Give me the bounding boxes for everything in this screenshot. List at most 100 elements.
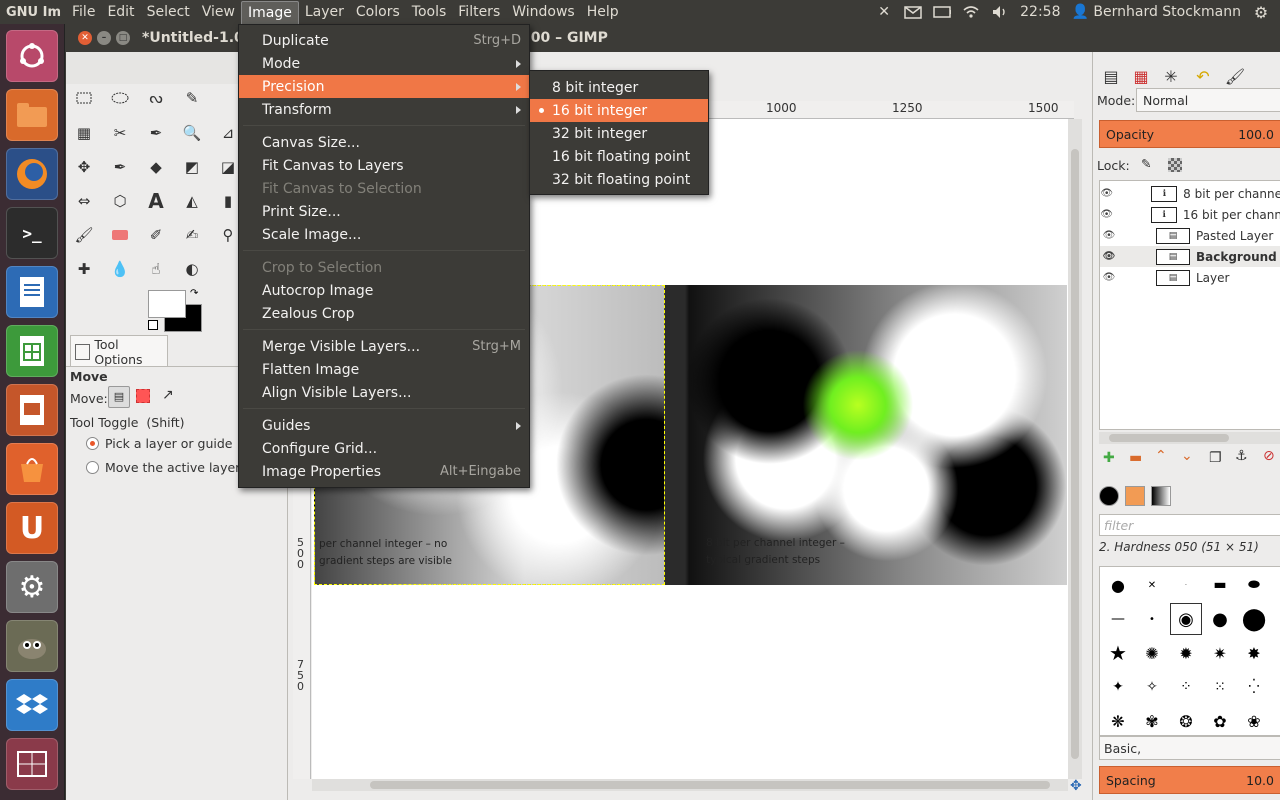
brush-thumbnail[interactable]: ❂	[1170, 705, 1202, 737]
zoom-icon[interactable]: 🔍	[180, 121, 204, 145]
brush-thumbnail[interactable]: ⁘	[1170, 671, 1202, 703]
bucket-fill-icon[interactable]: ◭	[180, 189, 204, 213]
minimize-window-button[interactable]: –	[97, 31, 111, 45]
eye-icon[interactable]: 👁	[1100, 230, 1118, 241]
menu-tools[interactable]: Tools	[406, 1, 453, 23]
precision-16bit-float[interactable]: 16 bit floating point	[530, 145, 708, 168]
maximize-window-button[interactable]: □	[116, 31, 130, 45]
dropbox-icon[interactable]	[6, 679, 58, 731]
brush-thumbnail[interactable]: ★	[1102, 637, 1134, 669]
layers-tab-icon[interactable]: ▤	[1097, 62, 1125, 90]
move-active-radio[interactable]	[86, 461, 99, 474]
eye-icon[interactable]: 👁	[1100, 209, 1113, 220]
libreoffice-impress-icon[interactable]	[6, 384, 58, 436]
ink-icon[interactable]: ✍	[180, 223, 204, 247]
text-tool-icon[interactable]: A	[144, 189, 168, 213]
brush-filter-input[interactable]: filter	[1099, 514, 1280, 536]
horizontal-scrollbar[interactable]	[312, 779, 1068, 791]
brush-thumbnail[interactable]: ▬	[1204, 569, 1236, 601]
layer-row[interactable]: 👁 ℹ 16 bit per chann	[1100, 204, 1280, 225]
brush-thumbnail[interactable]: ●	[1102, 569, 1134, 601]
move-selection-mode-button[interactable]	[136, 389, 150, 403]
menu-windows[interactable]: Windows	[506, 1, 581, 23]
close-window-button[interactable]: ✕	[78, 31, 92, 45]
menu-item-merge-visible[interactable]: Merge Visible Layers... Strg+M	[239, 335, 529, 358]
delete-layer-icon[interactable]: ⊘	[1263, 448, 1275, 464]
spacing-slider[interactable]: Spacing 10.0	[1099, 766, 1280, 794]
opacity-slider[interactable]: Opacity 100.0	[1099, 120, 1280, 148]
new-layer-icon[interactable]: ✚	[1103, 450, 1115, 466]
system-settings-icon[interactable]: ⚙	[6, 561, 58, 613]
menu-item-precision[interactable]: Precision	[239, 75, 529, 98]
scroll-thumb[interactable]	[1109, 434, 1229, 442]
precision-32bit-float[interactable]: 32 bit floating point	[530, 168, 708, 191]
wifi-icon[interactable]	[962, 5, 980, 19]
raise-layer-icon[interactable]: ⌃	[1155, 448, 1167, 464]
rotate-tool-icon[interactable]: ◆	[144, 155, 168, 179]
menu-help[interactable]: Help	[581, 1, 625, 23]
brush-thumbnail[interactable]: —	[1102, 603, 1134, 635]
brush-thumbnail[interactable]: ⁛	[1238, 671, 1270, 703]
menu-item-mode[interactable]: Mode	[239, 52, 529, 75]
menu-item-align-visible[interactable]: Align Visible Layers...	[239, 381, 529, 404]
move-tool-icon[interactable]: ✥	[72, 155, 96, 179]
cage-tool-icon[interactable]: ⬡	[108, 189, 132, 213]
clone-icon[interactable]: ⚲	[216, 223, 240, 247]
brush-thumbnail[interactable]: ✸	[1238, 637, 1270, 669]
menu-layer[interactable]: Layer	[299, 1, 350, 23]
brush-thumbnail[interactable]: ⬬	[1238, 569, 1270, 601]
network-tools-icon[interactable]: ✕	[875, 4, 893, 20]
move-layer-mode-button[interactable]: ▤	[108, 386, 130, 408]
duplicate-layer-icon[interactable]: ❐	[1209, 450, 1222, 466]
ellipse-select-icon[interactable]	[108, 86, 132, 110]
undo-tab-icon[interactable]: ↶	[1189, 62, 1217, 90]
menu-file[interactable]: File	[66, 1, 101, 23]
menu-view[interactable]: View	[196, 1, 241, 23]
eraser-icon[interactable]	[108, 223, 132, 247]
anchor-layer-icon[interactable]: ⚓	[1235, 448, 1248, 464]
brush-thumbnail[interactable]: ⁙	[1204, 671, 1236, 703]
user-indicator[interactable]: 👤 Bernhard Stockmann	[1072, 4, 1242, 20]
menu-item-autocrop[interactable]: Autocrop Image	[239, 279, 529, 302]
menu-filters[interactable]: Filters	[452, 1, 506, 23]
brushes-subtab-icon[interactable]	[1099, 486, 1119, 506]
menu-item-image-properties[interactable]: Image Properties Alt+Eingabe	[239, 460, 529, 483]
ubuntu-dash-icon[interactable]	[6, 30, 58, 82]
new-layer-group-icon[interactable]: ▬	[1129, 450, 1142, 466]
brush-thumbnail[interactable]: ·	[1170, 569, 1202, 601]
foreground-select-icon[interactable]: ✒	[144, 121, 168, 145]
clock[interactable]: 22:58	[1020, 4, 1060, 20]
session-gear-icon[interactable]: ⚙	[1252, 3, 1270, 22]
menu-item-zealous-crop[interactable]: Zealous Crop	[239, 302, 529, 325]
paths-tool-icon[interactable]: ✒	[108, 155, 132, 179]
mode-select[interactable]: Normal	[1136, 88, 1280, 112]
dodge-burn-icon[interactable]: ◐	[180, 257, 204, 281]
volume-icon[interactable]	[991, 5, 1009, 19]
menu-item-transform[interactable]: Transform	[239, 98, 529, 121]
precision-16bit-int[interactable]: 16 bit integer	[530, 99, 708, 122]
image-layer-8bit[interactable]: 8 bit per channel integer – typical grad…	[665, 285, 1067, 585]
brush-thumbnail[interactable]: •	[1136, 603, 1168, 635]
lock-pixels-icon[interactable]: ✎	[1141, 156, 1151, 171]
menu-item-guides[interactable]: Guides	[239, 414, 529, 437]
smudge-icon[interactable]: ☝	[144, 257, 168, 281]
brush-thumbnail[interactable]: ✦	[1102, 671, 1134, 703]
files-icon[interactable]	[6, 89, 58, 141]
gradients-subtab-icon[interactable]	[1151, 486, 1171, 506]
layer-row[interactable]: 👁 ▤ Background	[1100, 246, 1280, 267]
vertical-scrollbar[interactable]	[1068, 119, 1082, 779]
layer-row[interactable]: 👁 ℹ 8 bit per channe	[1100, 183, 1280, 204]
layer-row[interactable]: 👁 ▤ Layer	[1100, 267, 1280, 288]
menu-colors[interactable]: Colors	[350, 1, 406, 23]
foreground-color-swatch[interactable]	[148, 290, 186, 318]
heal-icon[interactable]: ✚	[72, 257, 96, 281]
eye-icon[interactable]: 👁	[1100, 188, 1113, 199]
battery-icon[interactable]	[933, 5, 952, 19]
scissors-select-icon[interactable]: ✂	[108, 121, 132, 145]
channels-tab-icon[interactable]: ▦	[1127, 62, 1155, 90]
lower-layer-icon[interactable]: ⌄	[1181, 448, 1193, 464]
mail-icon[interactable]	[904, 5, 922, 19]
default-colors-icon[interactable]	[148, 320, 158, 330]
menu-image[interactable]: Image	[241, 0, 299, 24]
menu-item-canvas-size[interactable]: Canvas Size...	[239, 131, 529, 154]
